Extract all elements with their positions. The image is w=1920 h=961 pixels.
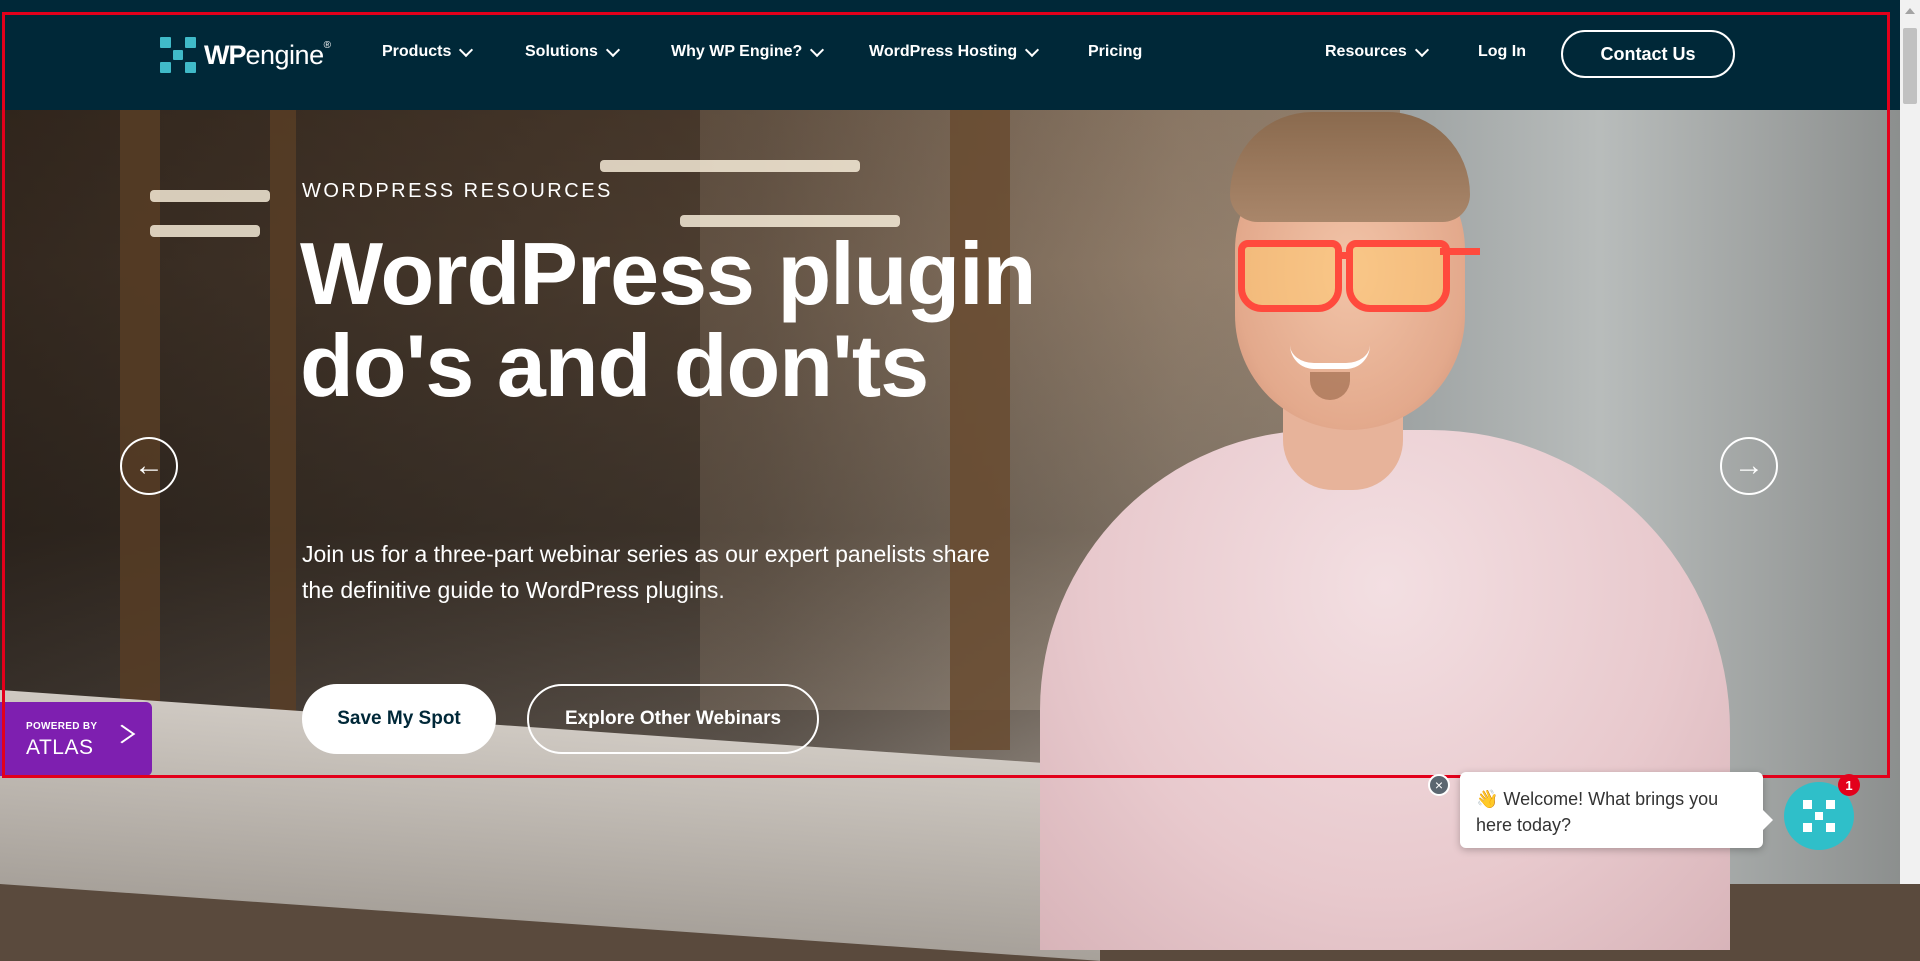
arrow-left-icon: ← — [134, 449, 164, 482]
person-shirt — [1040, 430, 1730, 950]
nav-item-products[interactable]: Products — [382, 42, 474, 61]
chevron-down-icon — [810, 42, 825, 57]
chat-logo-icon — [1803, 800, 1835, 832]
top-navigation-bar: WPengine® Products Solutions Why WP Engi… — [0, 0, 1900, 110]
office-pillar — [270, 110, 296, 750]
nav-item-label: Pricing — [1088, 43, 1143, 60]
chat-welcome-text: 👋 Welcome! What brings you here today? — [1476, 789, 1719, 835]
page-scrollbar[interactable] — [1900, 0, 1920, 884]
login-label: Log In — [1478, 43, 1526, 60]
glasses-arm — [1440, 248, 1480, 255]
person-hair — [1230, 112, 1470, 222]
nav-item-label: Products — [382, 43, 452, 60]
office-pillar — [950, 110, 1010, 750]
chevron-down-icon — [1025, 42, 1040, 57]
nav-item-wordpress-hosting[interactable]: WordPress Hosting — [869, 42, 1040, 61]
glasses-bridge — [1336, 252, 1352, 259]
carousel-next-button[interactable]: → — [1720, 437, 1778, 495]
wp-engine-logo-text: WPengine® — [204, 39, 331, 70]
login-link[interactable]: Log In — [1478, 43, 1526, 61]
save-my-spot-button[interactable]: Save My Spot — [302, 684, 496, 754]
nav-item-label: WordPress Hosting — [869, 43, 1018, 60]
glasses-lens — [1238, 240, 1342, 312]
atlas-powered-by-label: POWERED BY — [26, 721, 98, 732]
chat-close-button[interactable]: × — [1428, 774, 1450, 796]
powered-by-atlas-badge[interactable]: POWERED BY ATLAS — [0, 702, 152, 776]
wp-engine-logo-icon — [160, 37, 196, 73]
hero-description: Join us for a three-part webinar series … — [302, 541, 990, 603]
nav-item-solutions[interactable]: Solutions — [525, 42, 620, 61]
office-pillar — [120, 110, 160, 750]
scrollbar-thumb[interactable] — [1903, 28, 1917, 104]
person-smile — [1290, 345, 1370, 369]
hero-eyebrow: WORDPRESS RESOURCES — [302, 180, 613, 202]
nav-item-label: Solutions — [525, 43, 598, 60]
arrow-right-icon: → — [1734, 449, 1764, 482]
nav-item-resources[interactable]: Resources — [1325, 42, 1429, 61]
nav-item-why-wp-engine[interactable]: Why WP Engine? — [671, 42, 825, 61]
chevron-down-icon — [459, 42, 474, 57]
chevron-down-icon — [605, 42, 620, 57]
explore-other-webinars-button[interactable]: Explore Other Webinars — [527, 684, 819, 754]
ceiling-light — [600, 160, 860, 172]
chevron-right-icon — [108, 724, 136, 744]
chevron-down-icon — [1414, 42, 1429, 57]
glasses-lens — [1346, 240, 1450, 312]
hero-headline: WordPress plugin do's and don'ts — [300, 224, 1036, 415]
ceiling-light — [150, 190, 270, 202]
scroll-up-icon[interactable] — [1905, 8, 1915, 14]
ceiling-light — [150, 225, 260, 237]
nav-item-label: Why WP Engine? — [671, 43, 803, 60]
carousel-prev-button[interactable]: ← — [120, 437, 178, 495]
close-icon: × — [1434, 777, 1444, 793]
chat-welcome-bubble[interactable]: 👋 Welcome! What brings you here today? — [1460, 772, 1773, 848]
wp-engine-logo[interactable]: WPengine® — [160, 37, 331, 73]
atlas-label: ATLAS — [26, 736, 94, 759]
contact-us-button[interactable]: Contact Us — [1561, 30, 1735, 78]
chat-notification-badge: 1 — [1838, 774, 1860, 796]
nav-item-label: Resources — [1325, 43, 1407, 60]
nav-item-pricing[interactable]: Pricing — [1088, 43, 1142, 61]
